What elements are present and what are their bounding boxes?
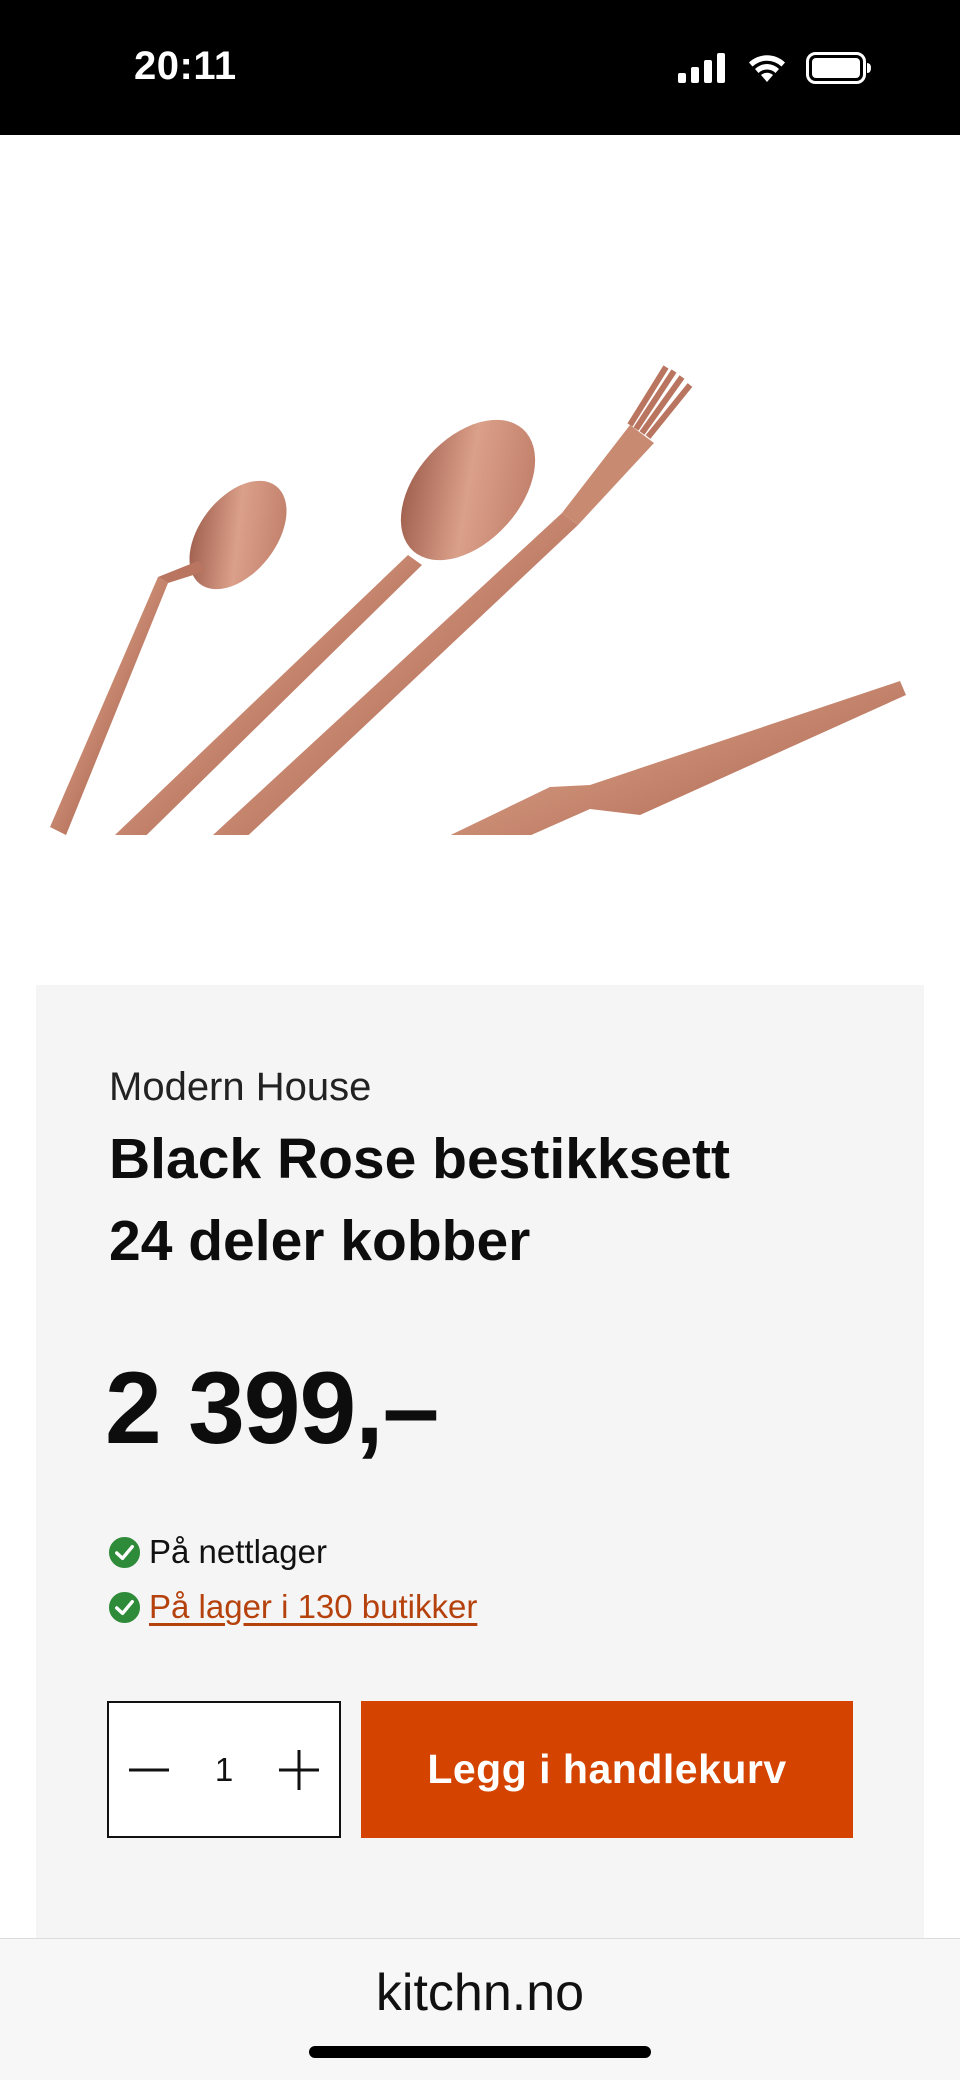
stock-stores-link[interactable]: På lager i 130 butikker — [149, 1588, 477, 1626]
product-title: Black Rose bestikksett 24 deler kobber — [109, 1127, 730, 1273]
add-to-cart-button[interactable]: Legg i handlekurv — [361, 1701, 853, 1838]
battery-icon — [806, 52, 872, 89]
stock-online: På nettlager — [108, 1533, 327, 1571]
url-label[interactable]: kitchn.no — [0, 1963, 960, 2023]
check-circle-icon — [108, 1536, 141, 1568]
product-image — [50, 365, 906, 835]
quantity-stepper[interactable]: 1 — [107, 1701, 341, 1838]
plus-icon — [278, 1749, 319, 1790]
product-gallery[interactable] — [0, 135, 960, 1088]
minus-icon — [129, 1768, 169, 1771]
increase-quantity-button[interactable] — [277, 1748, 321, 1792]
stock-online-label: På nettlager — [149, 1533, 327, 1570]
product-info-card: Modern House Black Rose bestikksett 24 d… — [36, 985, 924, 1940]
status-icons — [678, 52, 872, 89]
status-bar: 20:11 — [0, 0, 960, 135]
product-price: 2 399,– — [105, 1351, 439, 1465]
product-brand[interactable]: Modern House — [109, 1065, 371, 1110]
home-indicator — [309, 2046, 651, 2058]
browser-address-bar[interactable]: kitchn.no — [0, 1938, 960, 2080]
wifi-icon — [746, 53, 788, 88]
quantity-value[interactable]: 1 — [215, 1751, 233, 1789]
stock-stores: På lager i 130 butikker — [108, 1588, 477, 1626]
status-time: 20:11 — [134, 44, 237, 88]
decrease-quantity-button[interactable] — [127, 1748, 171, 1792]
check-circle-icon — [108, 1591, 141, 1623]
cellular-signal-icon — [678, 53, 728, 88]
